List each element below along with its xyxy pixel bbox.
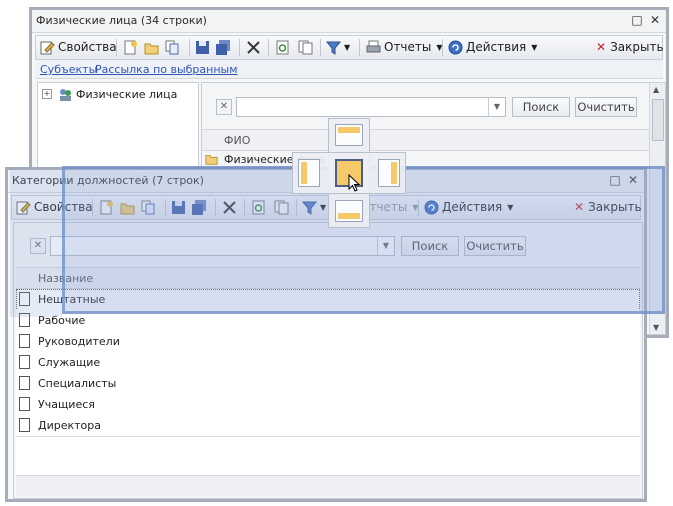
chevron-down-icon[interactable]: ▼	[488, 98, 505, 116]
folder-icon	[205, 155, 218, 165]
table-row[interactable]: Специалисты	[16, 373, 640, 395]
toolbar-separator	[442, 39, 443, 56]
document-icon	[19, 418, 30, 432]
clear-filter-icon[interactable]: ✕	[216, 99, 232, 115]
toolbar-separator	[116, 39, 117, 56]
filter-button[interactable]: ▼	[326, 39, 350, 55]
search-button[interactable]: Поиск	[512, 97, 570, 117]
document-icon	[19, 334, 30, 348]
reports-label: Отчеты	[384, 40, 432, 54]
mouse-cursor-icon	[348, 174, 360, 192]
tree-root-label: Физические лица	[76, 87, 178, 101]
document-icon	[19, 355, 30, 369]
refresh-icon[interactable]	[275, 40, 290, 55]
copy-icon[interactable]	[165, 40, 180, 55]
scroll-down-icon[interactable]: ▼	[653, 323, 659, 332]
new-folder-icon[interactable]	[144, 40, 159, 55]
printer-icon	[366, 40, 381, 52]
expand-icon[interactable]: +	[42, 89, 52, 99]
properties-button[interactable]: Свойства	[40, 39, 117, 55]
clear-button[interactable]: Очистить	[575, 97, 637, 117]
chevron-down-icon: ▼	[344, 42, 351, 52]
mailing-link[interactable]: Рассылка по выбранным	[95, 63, 238, 76]
edit-icon	[40, 41, 55, 54]
new-document-icon[interactable]	[123, 40, 138, 55]
save-all-icon[interactable]	[216, 40, 231, 55]
actions-label: Действия	[466, 40, 527, 54]
document-icon	[19, 397, 30, 411]
grid-header: ФИО	[202, 129, 649, 151]
reports-button[interactable]: Отчеты ▼	[366, 39, 443, 55]
dock-guide	[292, 118, 406, 228]
toolbar-separator	[189, 39, 190, 56]
grid-cell: Учащиеся	[38, 398, 95, 411]
grid-footer	[16, 475, 640, 496]
dock-left-icon[interactable]	[298, 159, 320, 187]
duplicate-icon[interactable]	[298, 40, 313, 55]
scroll-thumb[interactable]	[652, 99, 664, 141]
actions-button[interactable]: Действия ▼	[448, 39, 537, 55]
save-icon[interactable]	[195, 40, 210, 55]
scroll-up-icon[interactable]: ▲	[653, 85, 659, 94]
toolbar: Свойства ▼ Отчеты ▼ Действия ▼ ✕ Закрыть	[35, 35, 664, 60]
properties-label: Свойства	[58, 40, 117, 54]
toolbar-separator	[320, 39, 321, 56]
toolbar-separator	[239, 39, 240, 56]
table-row[interactable]: Учащиеся	[16, 394, 640, 416]
dock-right-icon[interactable]	[378, 159, 400, 187]
subjects-link[interactable]: Субъекты	[40, 63, 97, 76]
close-button[interactable]: ✕ Закрыть	[596, 39, 664, 55]
grid-cell: Служащие	[38, 356, 101, 369]
table-row[interactable]: Служащие	[16, 352, 640, 374]
grid-cell: Специалисты	[38, 377, 117, 390]
actions-icon	[448, 40, 463, 54]
close-icon[interactable]: ✕	[648, 13, 662, 27]
delete-icon[interactable]	[246, 40, 261, 55]
window-title: Физические лица (34 строки)	[36, 14, 207, 27]
filter-icon	[326, 41, 341, 55]
toolbar-separator	[359, 39, 360, 56]
document-icon	[19, 376, 30, 390]
maximize-icon[interactable]: □	[630, 13, 644, 27]
close-label: Закрыть	[610, 40, 664, 54]
close-x-icon: ✕	[596, 40, 607, 54]
dock-preview-strip	[10, 167, 62, 317]
table-row[interactable]: Директора	[16, 415, 640, 437]
column-header-fio[interactable]: ФИО	[224, 134, 250, 147]
dock-bottom-icon[interactable]	[335, 200, 363, 222]
grid-cell: Директора	[38, 419, 101, 432]
toolbar-separator	[268, 39, 269, 56]
dock-top-icon[interactable]	[335, 124, 363, 146]
tree-node[interactable]: + Физические лица	[42, 86, 177, 102]
links-bar: Субъекты Рассылка по выбранным	[35, 60, 663, 79]
table-row[interactable]: Руководители	[16, 331, 640, 353]
search-input[interactable]: ▼	[236, 97, 506, 117]
people-icon	[60, 88, 71, 101]
window-titlebar[interactable]: Физические лица (34 строки) □ ✕	[32, 10, 666, 33]
chevron-down-icon: ▼	[531, 42, 538, 52]
grid-cell: Руководители	[38, 335, 120, 348]
